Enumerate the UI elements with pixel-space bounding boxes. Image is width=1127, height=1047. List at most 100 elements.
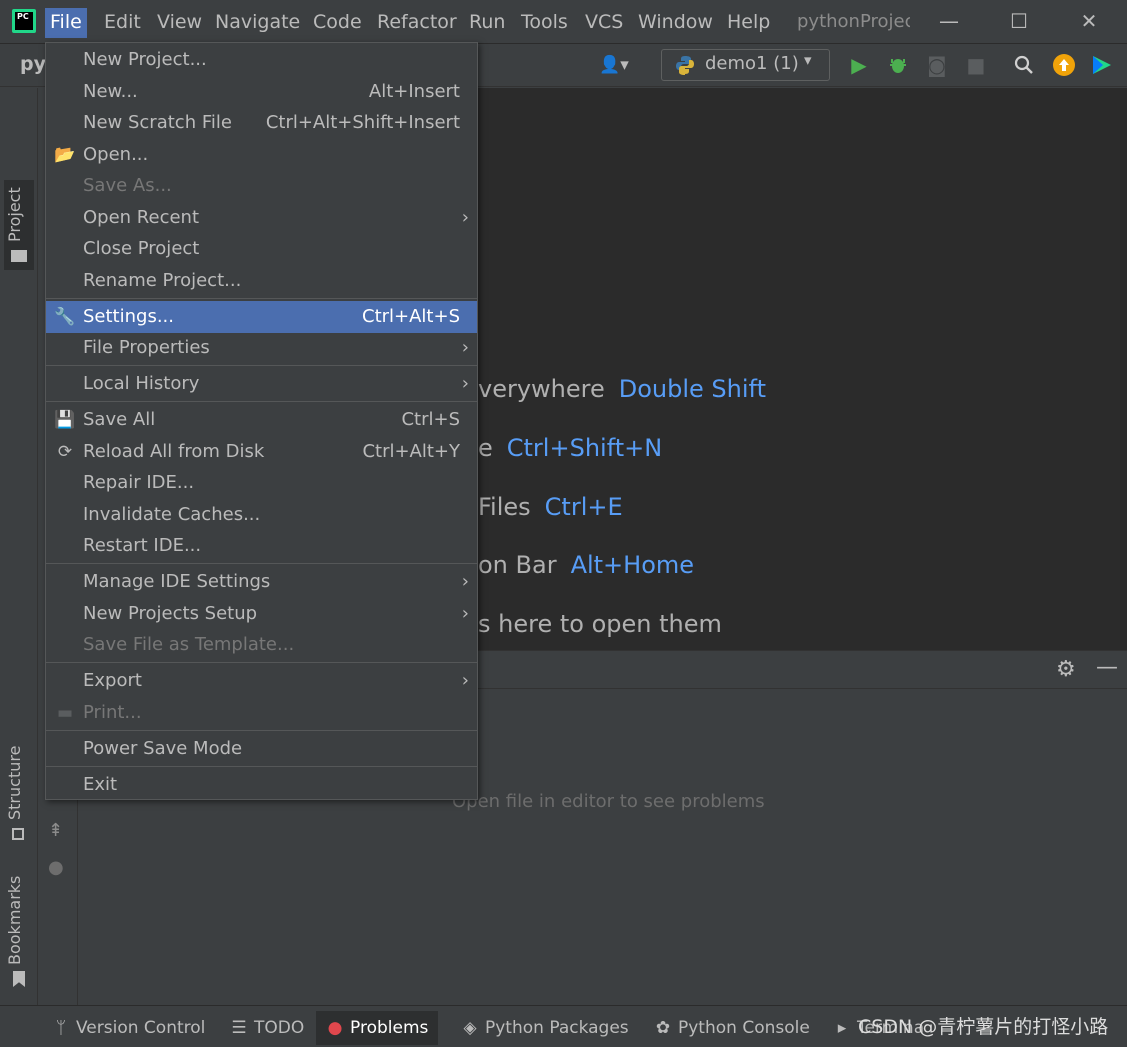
folder-icon	[11, 250, 27, 262]
menu-item-export[interactable]: Export ›	[46, 665, 477, 697]
menu-item-power-save-mode[interactable]: Power Save Mode	[46, 733, 477, 765]
bookmarks-tool-tab[interactable]: Bookmarks	[4, 873, 34, 993]
menu-item-rename-project[interactable]: Rename Project...	[46, 265, 477, 297]
tab-todo[interactable]: ☰ TODO	[220, 1011, 314, 1045]
update-icon[interactable]	[1050, 51, 1078, 79]
menu-item-local-history[interactable]: Local History ›	[46, 368, 477, 400]
menu-item-reload-all[interactable]: ⟳ Reload All from Disk Ctrl+Alt+Y	[46, 436, 477, 468]
menu-item-settings[interactable]: 🔧 Settings... Ctrl+Alt+S	[46, 301, 477, 333]
chevron-right-icon: ›	[461, 571, 469, 592]
menu-run[interactable]: Run	[464, 8, 510, 38]
menu-item-new-scratch-file[interactable]: New Scratch File Ctrl+Alt+Shift+Insert	[46, 107, 477, 139]
menu-separator	[46, 365, 477, 366]
menu-refactor[interactable]: Refactor	[372, 8, 462, 38]
search-icon[interactable]	[1010, 51, 1038, 79]
reload-icon: ⟳	[57, 442, 73, 462]
chevron-right-icon: ›	[461, 603, 469, 624]
chevron-right-icon: ›	[461, 207, 469, 228]
menu-item-exit[interactable]: Exit	[46, 769, 477, 801]
editor-area[interactable]: verywhere Double Shift e Ctrl+Shift+N File…	[478, 88, 1127, 650]
menu-separator	[46, 563, 477, 564]
hint-search-everywhere: verywhere Double Shift	[478, 375, 766, 403]
menu-item-invalidate-caches[interactable]: Invalidate Caches...	[46, 499, 477, 531]
lightbulb-icon[interactable]: ●	[48, 857, 64, 878]
project-tab-label: Project	[5, 187, 24, 242]
hint-recent-files: Files Ctrl+E	[478, 493, 623, 521]
hint-navigation-bar: on Bar Alt+Home	[478, 551, 695, 579]
menu-item-save-file-as-template: Save File as Template...	[83, 634, 295, 655]
collapse-icon[interactable]: ⇞	[48, 820, 63, 841]
wrench-icon: 🔧	[54, 307, 76, 327]
menu-item-open-recent[interactable]: Open Recent ›	[46, 202, 477, 234]
menu-edit[interactable]: Edit	[99, 8, 146, 38]
plugin-logo-icon[interactable]	[1088, 51, 1116, 79]
tab-python-console[interactable]: ✿ Python Console	[644, 1011, 820, 1045]
python-icon	[674, 54, 696, 76]
menu-navigate[interactable]: Navigate	[210, 8, 305, 38]
gear-icon[interactable]: ⚙	[1056, 657, 1076, 682]
menu-separator	[46, 298, 477, 299]
logo-text: PC	[15, 12, 33, 30]
menu-separator	[46, 662, 477, 663]
menu-item-new-projects-setup[interactable]: New Projects Setup ›	[46, 598, 477, 630]
menu-item-new-project[interactable]: New Project...	[46, 44, 477, 76]
menu-item-new[interactable]: New... Alt+Insert	[46, 76, 477, 108]
bookmarks-tab-label: Bookmarks	[5, 875, 24, 965]
run-icon[interactable]: ▶	[845, 51, 873, 79]
run-config-label: demo1 (1)	[705, 53, 799, 74]
branch-icon: ᛘ	[55, 1018, 67, 1038]
bookmark-icon	[13, 971, 25, 987]
menu-item-repair-ide[interactable]: Repair IDE...	[46, 467, 477, 499]
close-window-button[interactable]: ✕	[1066, 6, 1112, 36]
left-tool-strip: Project Structure Bookmarks	[0, 88, 38, 1005]
chevron-right-icon: ›	[461, 373, 469, 394]
debug-icon[interactable]	[884, 51, 912, 79]
menu-item-save-all[interactable]: 💾 Save All Ctrl+S	[46, 404, 477, 436]
save-icon: 💾	[54, 410, 76, 430]
menu-vcs[interactable]: VCS	[580, 8, 628, 38]
printer-icon: ▬	[56, 703, 74, 723]
terminal-icon: ▸	[837, 1018, 847, 1038]
maximize-button[interactable]: ☐	[996, 6, 1042, 36]
tab-problems[interactable]: ● Problems	[316, 1011, 439, 1045]
file-menu-dropdown: New Project... New... Alt+Insert New Scra…	[45, 42, 478, 800]
menu-item-close-project[interactable]: Close Project	[46, 233, 477, 265]
hide-panel-icon[interactable]: —	[1096, 655, 1118, 680]
menu-view[interactable]: View	[152, 8, 207, 38]
minimize-button[interactable]: —	[926, 6, 972, 36]
watermark-text: CSDN @青柠薯片的打怪小路	[858, 1016, 1109, 1038]
chevron-right-icon: ›	[461, 670, 469, 691]
menu-separator	[46, 730, 477, 731]
menu-code[interactable]: Code	[308, 8, 367, 38]
chevron-right-icon: ›	[461, 337, 469, 358]
list-icon: ☰	[231, 1018, 247, 1038]
project-tool-tab[interactable]: Project	[4, 180, 34, 270]
menu-window[interactable]: Window	[633, 8, 718, 38]
project-breadcrumb[interactable]: py	[20, 53, 46, 75]
menu-item-print: ▬ Print...	[46, 697, 477, 729]
problems-header: ⚙ —	[478, 651, 1127, 689]
structure-tool-tab[interactable]: Structure	[4, 740, 34, 845]
menu-item-file-properties[interactable]: File Properties ›	[46, 332, 477, 364]
menu-item-manage-ide-settings[interactable]: Manage IDE Settings ›	[46, 566, 477, 598]
structure-tab-label: Structure	[5, 745, 24, 820]
tab-version-control[interactable]: ᛘ Version Control	[42, 1011, 215, 1045]
stop-icon[interactable]: ■	[962, 51, 990, 79]
menu-separator	[46, 766, 477, 767]
error-icon: ●	[327, 1018, 343, 1038]
coverage-icon[interactable]: ◙	[923, 51, 951, 79]
run-config-selector[interactable]: demo1 (1) ▾	[661, 49, 830, 81]
vcs-user-icon[interactable]: 👤▾	[594, 51, 634, 79]
window-title: pythonProjec	[797, 11, 910, 32]
pycharm-logo-icon: PC	[12, 9, 36, 33]
python-icon: ✿	[655, 1018, 671, 1038]
hint-drop-files: s here to open them	[478, 610, 722, 638]
menu-item-restart-ide[interactable]: Restart IDE...	[46, 530, 477, 562]
menu-tools[interactable]: Tools	[516, 8, 573, 38]
tab-python-packages[interactable]: ◈ Python Packages	[451, 1011, 639, 1045]
menu-file[interactable]: File	[45, 8, 87, 38]
menu-separator	[46, 401, 477, 402]
menu-help[interactable]: Help	[722, 8, 775, 38]
menu-item-open[interactable]: 📂 Open...	[46, 139, 477, 171]
hint-go-to-file: e Ctrl+Shift+N	[478, 434, 663, 462]
